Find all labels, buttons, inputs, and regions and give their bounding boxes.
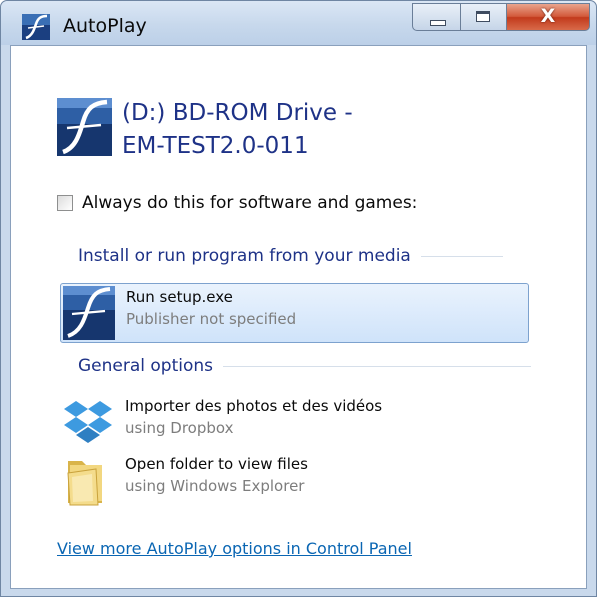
- control-panel-link[interactable]: View more AutoPlay options in Control Pa…: [57, 539, 412, 558]
- maximize-icon: [476, 11, 490, 22]
- always-do-this-row[interactable]: Always do this for software and games:: [57, 193, 417, 213]
- section-general-divider: [223, 365, 532, 367]
- close-button[interactable]: X: [507, 3, 590, 31]
- folder-icon: [67, 461, 102, 506]
- option-subtitle: using Dropbox: [125, 419, 234, 437]
- title-bar[interactable]: AutoPlay X: [1, 1, 596, 45]
- option-subtitle: Publisher not specified: [126, 310, 297, 328]
- always-do-this-checkbox[interactable]: [57, 195, 73, 211]
- option-import-dropbox[interactable]: Importer des photos et des vidéos using …: [60, 393, 529, 453]
- option-run-setup[interactable]: Run setup.exe Publisher not specified: [60, 283, 529, 343]
- minimize-button[interactable]: [412, 3, 461, 31]
- minimize-icon: [430, 20, 446, 26]
- drive-title: (D:) BD-ROM Drive - EM-TEST2.0-011: [122, 97, 353, 163]
- option-open-folder[interactable]: Open folder to view files using Windows …: [60, 451, 529, 511]
- maximize-button[interactable]: [461, 3, 507, 31]
- section-install: Install or run program from your media: [78, 246, 503, 266]
- section-install-label: Install or run program from your media: [78, 246, 411, 266]
- setup-app-icon: [57, 98, 112, 156]
- option-title: Open folder to view files: [125, 455, 308, 473]
- drive-title-line2: EM-TEST2.0-011: [122, 133, 309, 159]
- always-do-this-label: Always do this for software and games:: [82, 193, 418, 213]
- option-title: Run setup.exe: [126, 288, 233, 306]
- option-subtitle: using Windows Explorer: [125, 477, 305, 495]
- section-install-divider: [420, 255, 503, 257]
- drive-title-line1: (D:) BD-ROM Drive -: [122, 100, 353, 126]
- dropbox-icon: [64, 401, 112, 443]
- section-general-label: General options: [78, 356, 214, 376]
- close-icon: X: [540, 5, 556, 27]
- caption-buttons: X: [412, 3, 590, 31]
- setup-app-icon: [63, 286, 115, 340]
- option-title: Importer des photos et des vidéos: [125, 397, 383, 415]
- section-general: General options: [78, 356, 532, 376]
- autoplay-app-icon: [22, 14, 50, 40]
- window-title: AutoPlay: [63, 15, 147, 37]
